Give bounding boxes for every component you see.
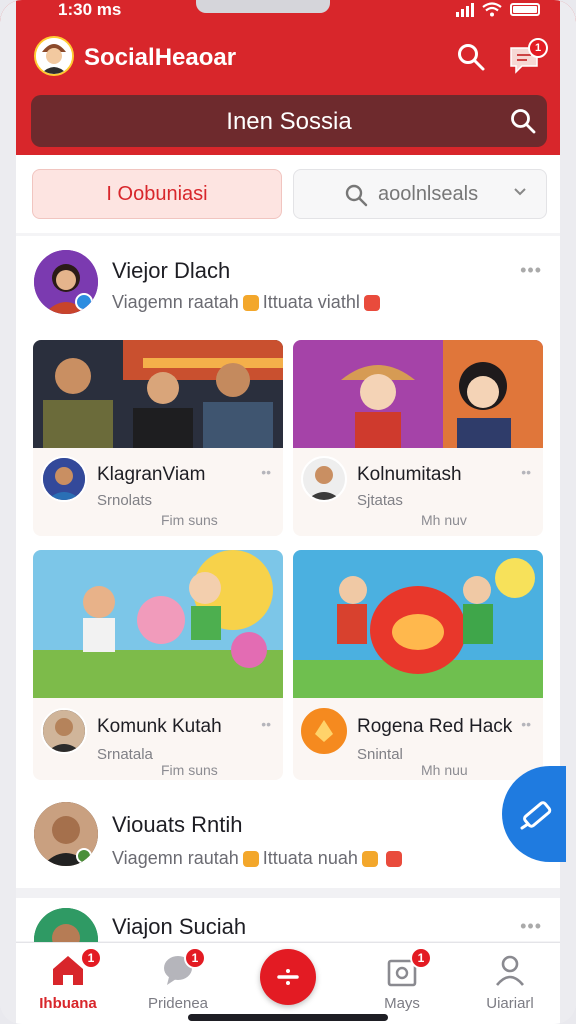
- camera-notch: [196, 0, 330, 13]
- nav-label: Pridenea: [147, 995, 209, 1012]
- emoji-icon: [361, 851, 378, 868]
- card-subtitle: Srnatala: [97, 746, 153, 763]
- card-meta: Fim suns: [161, 762, 218, 778]
- post-header[interactable]: Viouats Rntih Viagemn rautah Ittuata nuah: [16, 792, 560, 892]
- bottom-navigation: 1 Ihbuana 1 Pridenea 1 Mays Uiariarl: [16, 942, 560, 1024]
- phone-screen: 1:30 ms SocialHeaoar 1 Inen Sossia I Oob…: [0, 0, 576, 1024]
- chevron-down-icon: [514, 188, 526, 196]
- post-image: [33, 340, 283, 448]
- emoji-icon: [242, 295, 259, 312]
- search-input[interactable]: Inen Sossia: [31, 95, 547, 147]
- card-meta: Fim suns: [161, 512, 218, 528]
- wifi-icon: [482, 2, 502, 17]
- divider: [16, 888, 560, 898]
- emoji-icon: [363, 295, 380, 312]
- avatar[interactable]: [34, 802, 98, 866]
- avatar[interactable]: [301, 456, 347, 502]
- nav-maps[interactable]: 1 Mays: [352, 947, 452, 1012]
- more-options-icon[interactable]: •••: [520, 916, 542, 937]
- search-icon[interactable]: [509, 107, 537, 135]
- app-title: SocialHeaoar: [84, 44, 237, 71]
- card-title[interactable]: Rogena Red Hack: [357, 716, 512, 738]
- post-author[interactable]: Viouats Rntih: [112, 812, 242, 838]
- card-subtitle: Snintal: [357, 746, 403, 763]
- avatar[interactable]: [34, 250, 98, 314]
- more-options-icon[interactable]: ••: [261, 464, 271, 480]
- card-title[interactable]: KlagranViam: [97, 464, 205, 486]
- card-subtitle: Srnolats: [97, 492, 153, 509]
- nav-friends[interactable]: 1 Pridenea: [128, 947, 228, 1012]
- notification-badge: 1: [528, 38, 548, 58]
- avatar[interactable]: [41, 456, 87, 502]
- notification-badge: 1: [184, 947, 206, 969]
- nav-home[interactable]: 1 Ihbuana: [18, 947, 118, 1012]
- card-title[interactable]: Komunk Kutah: [97, 716, 222, 738]
- filter-dropdown-label: aoolnlseals: [378, 183, 479, 205]
- post-subtitle: Viagemn rautah Ittuata nuah: [112, 848, 402, 869]
- post-header[interactable]: Viajon Suciah •••: [16, 898, 560, 972]
- post-author[interactable]: Viejor Dlach: [112, 258, 230, 284]
- post-author[interactable]: Viajon Suciah: [112, 914, 246, 940]
- post-image: [293, 550, 543, 698]
- device-frame: [0, 0, 16, 1024]
- search-icon: [345, 184, 368, 207]
- more-options-icon[interactable]: ••: [261, 716, 271, 732]
- profile-avatar[interactable]: [34, 36, 74, 76]
- signal-icon: [456, 2, 474, 17]
- emoji-icon: [385, 851, 402, 868]
- status-bar: 1:30 ms: [0, 0, 576, 22]
- post-image: [293, 340, 543, 448]
- card-meta: Mh nuu: [421, 762, 468, 778]
- filter-dropdown[interactable]: aoolnlseals: [293, 169, 547, 219]
- search-icon[interactable]: [456, 42, 486, 72]
- home-indicator: [188, 1014, 388, 1021]
- filter-row: I Oobuniasi aoolnlseals: [16, 155, 560, 233]
- more-options-icon[interactable]: ••: [521, 464, 531, 480]
- nav-label: Ihbuana: [39, 995, 97, 1012]
- post-subtitle: Viagemn raatah Ittuata viathl: [112, 292, 380, 313]
- post-card[interactable]: KlagranViam Srnolats Fim suns ••: [33, 340, 283, 536]
- post-card[interactable]: Kolnumitash Sjtatas Mh nuv ••: [293, 340, 543, 536]
- edit-icon: [520, 801, 552, 830]
- feed: Viejor Dlach Viagemn raatah Ittuata viath…: [16, 236, 560, 972]
- avatar[interactable]: [301, 708, 347, 754]
- device-frame: [560, 0, 576, 1024]
- nav-profile[interactable]: Uiariarl: [460, 951, 560, 1012]
- nav-label: Uiariarl: [486, 995, 534, 1012]
- person-icon: [495, 955, 525, 986]
- post-header[interactable]: Viejor Dlach Viagemn raatah Ittuata viath…: [16, 236, 560, 332]
- plus-icon: [277, 969, 299, 985]
- search-input-text: Inen Sossia: [226, 108, 352, 135]
- nav-label: Mays: [384, 995, 420, 1012]
- post-card[interactable]: Rogena Red Hack Snintal Mh nuu ••: [293, 550, 543, 780]
- post-card[interactable]: Komunk Kutah Srnatala Fim suns ••: [33, 550, 283, 780]
- status-time: 1:30 ms: [58, 0, 122, 19]
- avatar[interactable]: [41, 708, 87, 754]
- emoji-icon: [242, 851, 259, 868]
- card-meta: Mh nuv: [421, 512, 467, 528]
- status-icons: [456, 2, 540, 17]
- create-post-button[interactable]: [260, 949, 316, 1005]
- card-title[interactable]: Kolnumitash: [357, 464, 462, 486]
- filter-chip-primary[interactable]: I Oobuniasi: [32, 169, 282, 219]
- card-subtitle: Sjtatas: [357, 492, 403, 509]
- battery-icon: [510, 3, 540, 16]
- notification-badge: 1: [80, 947, 102, 969]
- app-header: 1:30 ms SocialHeaoar 1 Inen Sossia: [0, 0, 576, 155]
- more-options-icon[interactable]: ••: [521, 716, 531, 732]
- more-options-icon[interactable]: •••: [520, 260, 542, 281]
- post-image: [33, 550, 283, 698]
- notification-badge: 1: [410, 947, 432, 969]
